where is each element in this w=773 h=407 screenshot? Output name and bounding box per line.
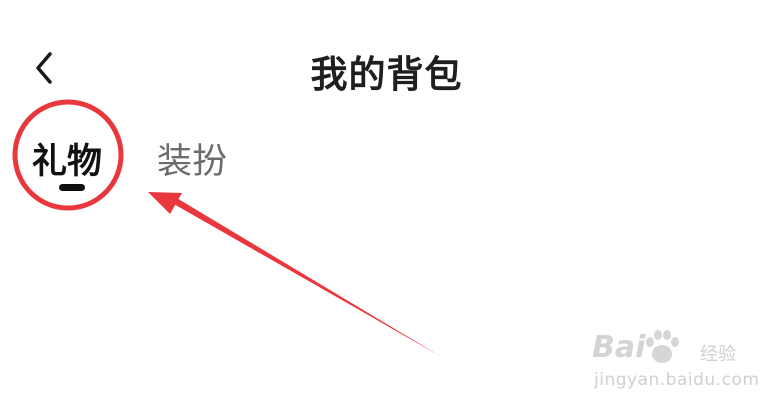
paw-logo-icon <box>646 330 679 363</box>
pointer-arrow <box>148 192 440 356</box>
active-tab-indicator <box>59 184 85 191</box>
tab-gift[interactable]: 礼物 <box>32 138 102 186</box>
tab-dress[interactable]: 装扮 <box>157 138 227 186</box>
watermark-domain: jingyan.baidu.com <box>594 370 760 390</box>
watermark-brand: Bai <box>592 330 646 365</box>
watermark-suffix: 经验 <box>700 344 736 365</box>
page-title: 我的背包 <box>310 53 463 96</box>
baidu-jingyan-watermark: Bai 经验 jingyan.baidu.com <box>592 328 762 398</box>
